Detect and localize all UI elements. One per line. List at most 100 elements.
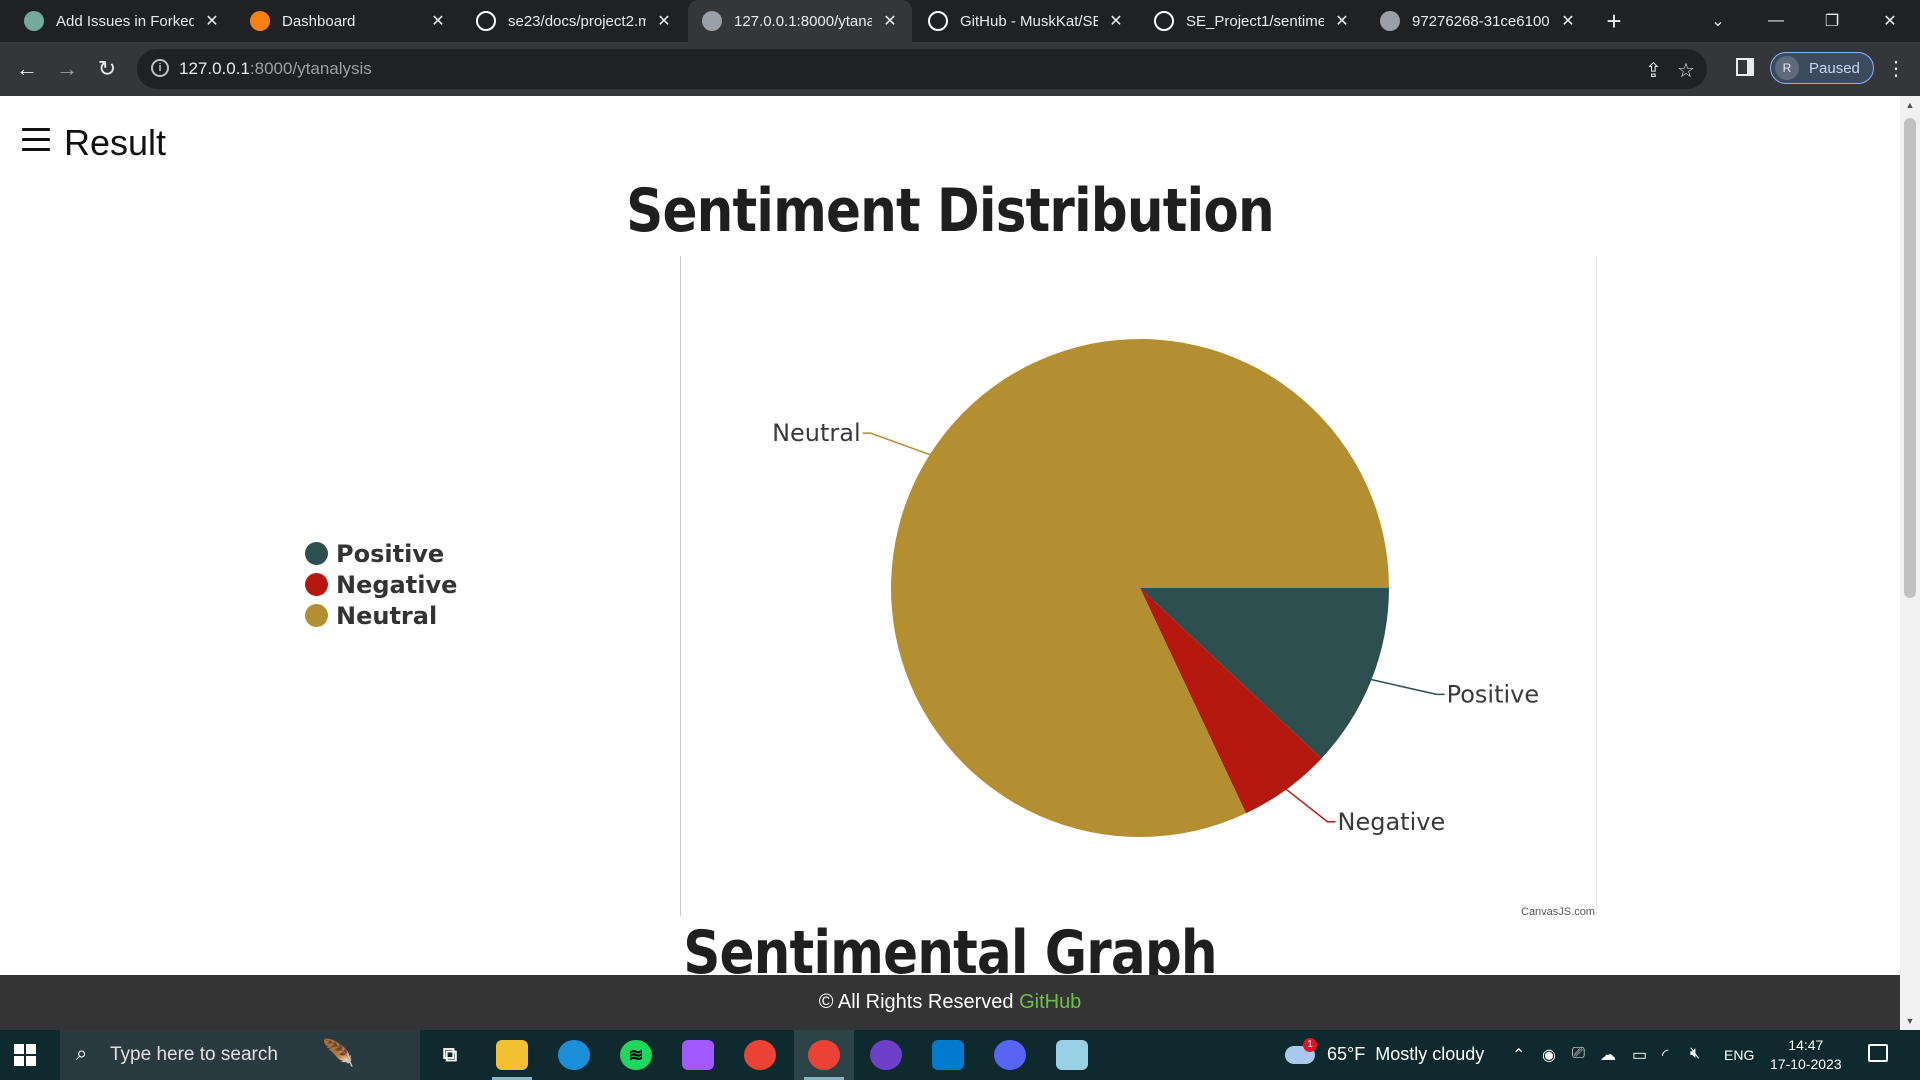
notepad-icon[interactable] [1056, 1040, 1088, 1070]
spotify-icon[interactable]: ≋ [620, 1040, 652, 1070]
legend-label: Positive [336, 539, 445, 568]
chatgpt-icon [24, 11, 44, 31]
footer-text: © All Rights Reserved [818, 991, 1020, 1013]
profile-status: Paused [1809, 60, 1860, 77]
legend-item-negative[interactable]: Negative [305, 569, 457, 600]
footer-github-link[interactable]: GitHub [1019, 991, 1081, 1013]
index-label-positive: Positive [1447, 680, 1540, 708]
browser-tab[interactable]: 127.0.0.1:8000/ytanal ✕ [688, 0, 912, 42]
legend-item-positive[interactable]: Positive [305, 538, 457, 569]
canvasjs-credit[interactable]: CanvasJS.com [1521, 906, 1595, 918]
tab-close-icon[interactable]: ✕ [202, 11, 222, 31]
index-label-neutral: Neutral [772, 419, 861, 447]
menu-kebab-icon[interactable]: ⋮ [1886, 56, 1906, 81]
tab-search-icon[interactable]: ⌄ [1690, 0, 1746, 42]
battery-icon[interactable]: ▭ [1632, 1045, 1647, 1065]
tab-title: SE_Project1/sentimen [1186, 12, 1324, 30]
avatar: R [1775, 56, 1799, 80]
index-label-connector [1285, 788, 1336, 823]
vscode-icon[interactable] [932, 1040, 964, 1070]
tab-close-icon[interactable]: ✕ [654, 11, 674, 31]
tab-close-icon[interactable]: ✕ [1558, 11, 1578, 31]
share-icon[interactable]: ⇪ [1645, 58, 1662, 83]
reload-button[interactable]: ↻ [91, 53, 123, 85]
task-view-icon[interactable]: ⧉ [434, 1040, 466, 1070]
url-host: 127.0.0.1 [179, 59, 250, 78]
file-explorer-icon[interactable] [496, 1040, 528, 1070]
github-icon [928, 11, 948, 31]
tab-close-icon[interactable]: ✕ [428, 11, 448, 31]
page-content: Result Sentiment Distribution Positive Ne… [0, 96, 1900, 975]
tab-close-icon[interactable]: ✕ [1106, 11, 1126, 31]
legend-marker [305, 604, 328, 627]
restore-button[interactable]: ❐ [1804, 0, 1860, 42]
profile-button[interactable]: R Paused [1770, 52, 1874, 84]
onedrive-icon[interactable]: ☁ [1600, 1045, 1616, 1065]
tab-close-icon[interactable]: ✕ [1332, 11, 1352, 31]
browser-tab[interactable]: Add Issues in Forked ✕ [10, 0, 234, 42]
back-button[interactable]: ← [11, 53, 43, 85]
chevron-up-icon[interactable]: ⌃ [1512, 1045, 1525, 1065]
weather-widget[interactable]: 1 65°F Mostly cloudy [1285, 1037, 1485, 1065]
index-label-connector [1371, 678, 1445, 696]
browser-tab[interactable]: se23/docs/project2.m ✕ [462, 0, 686, 42]
address-bar[interactable]: i 127.0.0.1:8000/ytanalysis ⇪ ☆ [137, 49, 1707, 89]
scroll-down-arrow-icon[interactable]: ▼ [1900, 1016, 1920, 1026]
site-info-icon[interactable]: i [151, 59, 169, 77]
scroll-up-arrow-icon[interactable]: ▲ [1900, 100, 1920, 110]
weather-badge: 1 [1303, 1037, 1317, 1052]
discord-icon[interactable] [994, 1040, 1026, 1070]
search-icon: ⌕ [76, 1043, 88, 1065]
bookmark-star-icon[interactable]: ☆ [1677, 58, 1695, 83]
windows-start-icon[interactable] [14, 1044, 36, 1066]
record-icon[interactable]: ◉ [1542, 1045, 1556, 1065]
moodle-icon [250, 11, 270, 31]
system-clock[interactable]: 14:47 17-10-2023 [1770, 1036, 1842, 1074]
legend-item-neutral[interactable]: Neutral [305, 600, 457, 631]
chrome-profile-icon[interactable] [808, 1040, 840, 1070]
globe-icon [702, 11, 722, 31]
figma-icon[interactable] [682, 1040, 714, 1070]
index-label-connector [862, 432, 931, 456]
tab-title: GitHub - MuskKat/SE [960, 12, 1098, 30]
weather-desc: Mostly cloudy [1375, 1044, 1485, 1064]
clock-time: 14:47 [1788, 1037, 1824, 1053]
notification-center-icon[interactable] [1868, 1044, 1888, 1062]
url-path: :8000/ytanalysis [249, 59, 372, 78]
volume-icon[interactable]: 🔇︎ [1690, 1045, 1700, 1063]
minimize-button[interactable]: — [1748, 0, 1804, 42]
index-label-negative: Negative [1338, 808, 1446, 836]
chart-legend: Positive Negative Neutral [305, 538, 457, 631]
clock-date: 17-10-2023 [1770, 1056, 1842, 1072]
page-footer: © All Rights Reserved GitHub [0, 975, 1900, 1030]
search-placeholder: Type here to search [110, 1044, 278, 1065]
language-indicator[interactable]: ENG [1724, 1047, 1754, 1063]
weather-temp: 65°F [1327, 1044, 1366, 1064]
browser-tab[interactable]: GitHub - MuskKat/SE ✕ [914, 0, 1138, 42]
github-desktop-icon[interactable] [870, 1040, 902, 1070]
tab-close-icon[interactable]: ✕ [880, 11, 900, 31]
search-highlight-icon: 🪶 [322, 1038, 355, 1068]
legend-marker [305, 573, 328, 596]
browser-tab[interactable]: 97276268-31ce6100- ✕ [1366, 0, 1590, 42]
close-window-button[interactable]: ✕ [1862, 0, 1918, 42]
browser-tab[interactable]: SE_Project1/sentimen ✕ [1140, 0, 1364, 42]
side-panel-icon[interactable] [1736, 58, 1754, 76]
meet-icon[interactable]: ⎚ [1572, 1045, 1585, 1063]
wifi-icon[interactable]: ◜ [1662, 1045, 1668, 1065]
legend-label: Negative [336, 570, 458, 599]
windows-taskbar: ⌕ Type here to search 🪶 ⧉ ≋ 1 65°F Mostl… [0, 1030, 1920, 1080]
github-icon [1154, 11, 1174, 31]
edge-icon[interactable] [558, 1040, 590, 1070]
browser-tab-strip: Add Issues in Forked ✕ Dashboard ✕ se23/docs… [0, 0, 1920, 42]
page-scrollbar[interactable]: ▲ ▼ [1900, 96, 1920, 1030]
taskbar-search-box[interactable]: ⌕ Type here to search 🪶 [60, 1030, 420, 1080]
chrome-icon[interactable] [744, 1040, 776, 1070]
browser-tab[interactable]: Dashboard ✕ [236, 0, 460, 42]
browser-toolbar: ← → ↻ i 127.0.0.1:8000/ytanalysis ⇪ ☆ [0, 42, 1920, 96]
legend-marker [305, 542, 328, 565]
forward-button[interactable]: → [51, 53, 83, 85]
new-tab-button[interactable]: + [1598, 5, 1630, 37]
scrollbar-thumb[interactable] [1904, 118, 1916, 598]
tab-title: se23/docs/project2.m [508, 12, 646, 30]
